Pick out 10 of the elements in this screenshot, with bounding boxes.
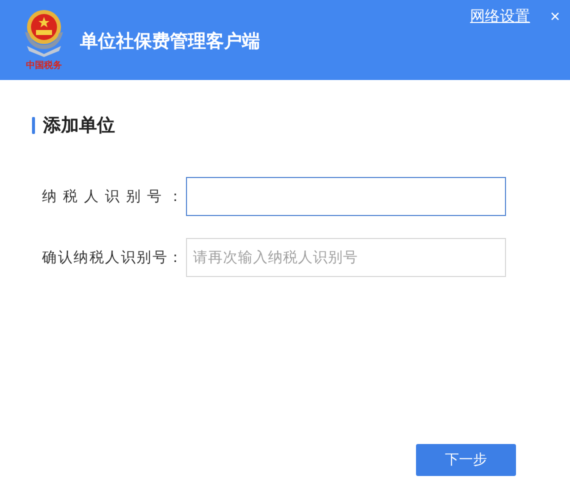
input-field[interactable] <box>186 177 506 216</box>
field-label: 确认纳税人识别号： <box>42 249 183 267</box>
section-title: 添加单位 <box>43 114 115 137</box>
close-button[interactable]: × <box>550 7 560 27</box>
field-label: 纳税人识别号： <box>42 188 183 206</box>
network-settings-link[interactable]: 网络设置 <box>470 7 530 26</box>
window-title: 单位社保费管理客户端 <box>80 30 260 53</box>
accent-bar <box>32 116 35 134</box>
logo-text: 中国税务 <box>26 59 62 72</box>
next-button[interactable]: 下一步 <box>416 444 516 476</box>
